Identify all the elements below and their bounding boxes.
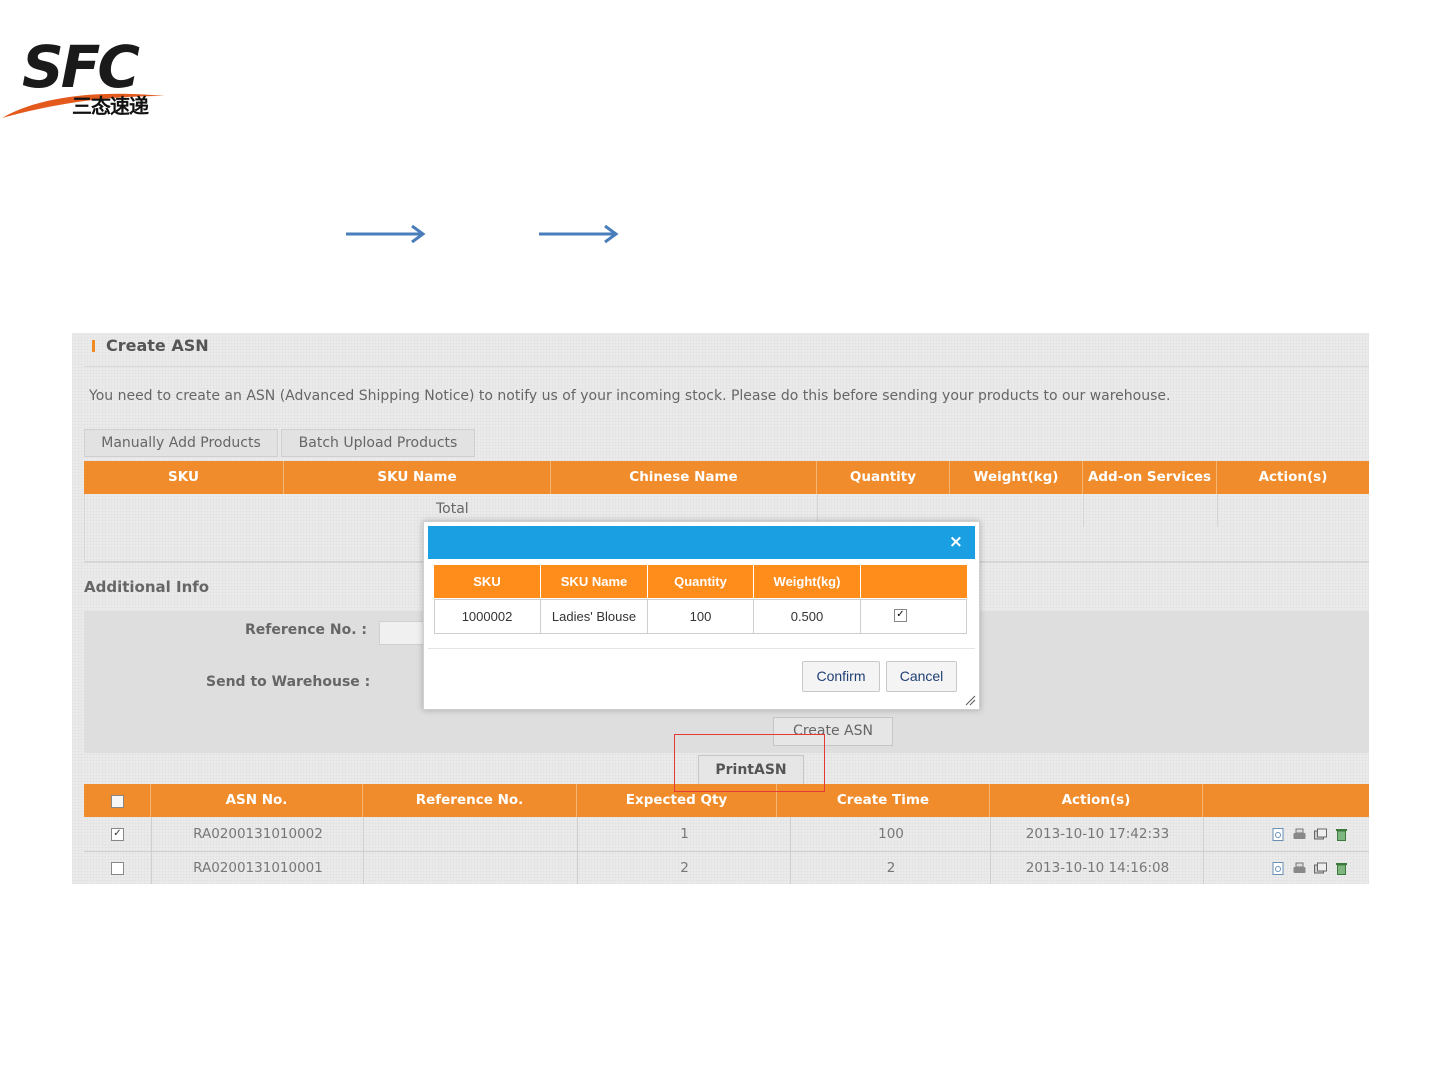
col-addon-services: Add-on Services (1083, 461, 1217, 494)
modal-col-quantity: Quantity (648, 565, 754, 598)
expected-qty-cell: 2 (577, 851, 791, 884)
row-checkbox[interactable]: ✓ (111, 828, 124, 841)
actions-cell (1203, 851, 1369, 884)
col-blank (1203, 784, 1369, 817)
logo-text: SFC (22, 33, 140, 101)
modal-select-cell: ✓ (861, 600, 967, 633)
create-time-cell: 2013-10-10 14:16:08 (990, 851, 1204, 884)
modal-col-sku-name: SKU Name (541, 565, 648, 598)
copy-icon[interactable] (1314, 828, 1327, 841)
col-asn-no: ASN No. (151, 784, 363, 817)
logo-chinese: 三态速递 (72, 94, 149, 118)
select-all-checkbox[interactable] (111, 795, 124, 808)
resize-grip-icon[interactable] (964, 694, 976, 706)
arrow-right-icon (346, 224, 426, 244)
modal-col-weight: Weight(kg) (754, 565, 861, 598)
print-icon[interactable] (1293, 828, 1306, 841)
modal-sku-name-cell: Ladies' Blouse (541, 600, 648, 633)
confirm-modal: × SKU SKU Name Quantity Weight(kg) 10000… (423, 521, 980, 710)
col-chinese-name: Chinese Name (551, 461, 817, 494)
col-weight: Weight(kg) (950, 461, 1083, 494)
total-label: Total (436, 501, 469, 517)
modal-col-sku: SKU (434, 565, 541, 598)
reference-cell (363, 851, 578, 884)
actions-cell (1203, 817, 1369, 851)
modal-titlebar: × (428, 526, 975, 559)
row-checkbox[interactable] (111, 862, 124, 875)
print-icon[interactable] (1293, 862, 1306, 875)
additional-info-title: Additional Info (84, 578, 210, 596)
view-icon[interactable] (1272, 828, 1285, 841)
modal-quantity-cell: 100 (648, 600, 754, 633)
table-border (1083, 494, 1084, 527)
table-row: ✓ RA0200131010002 1 100 2013-10-10 17:42… (84, 817, 1369, 852)
reference-cell (363, 817, 578, 851)
asn-no-cell: RA0200131010002 (151, 817, 364, 851)
delete-icon[interactable] (1335, 862, 1348, 875)
copy-icon[interactable] (1314, 862, 1327, 875)
col-asn-actions: Action(s) (990, 784, 1203, 817)
modal-weight-cell: 0.500 (754, 600, 861, 633)
modal-row-checkbox[interactable]: ✓ (894, 609, 907, 622)
section-title: Create ASN (106, 336, 209, 355)
col-select-all (84, 784, 151, 817)
col-quantity: Quantity (817, 461, 950, 494)
table-border (84, 494, 85, 560)
send-to-warehouse-label: Send to Warehouse : (206, 674, 371, 690)
reference-no-label: Reference No. : (245, 622, 368, 638)
create-time-cell: 2013-10-10 17:42:33 (990, 817, 1204, 851)
confirm-button[interactable]: Confirm (802, 661, 880, 692)
view-icon[interactable] (1272, 862, 1285, 875)
asn-notice: You need to create an ASN (Advanced Ship… (89, 388, 1171, 404)
col-actions: Action(s) (1217, 461, 1369, 494)
modal-col-select (861, 565, 967, 598)
qty-cell: 100 (790, 817, 991, 851)
col-sku: SKU (84, 461, 284, 494)
product-table-header: SKU SKU Name Chinese Name Quantity Weigh… (84, 461, 1369, 494)
modal-sku-cell: 1000002 (434, 600, 541, 633)
tab-batch-upload-products[interactable]: Batch Upload Products (281, 429, 475, 457)
table-row: RA0200131010001 2 2 2013-10-10 14:16:08 (84, 851, 1369, 884)
divider (428, 648, 975, 649)
tab-manually-add-products[interactable]: Manually Add Products (84, 429, 278, 457)
section-accent-bar (92, 340, 95, 352)
divider (84, 366, 1369, 367)
close-icon[interactable]: × (949, 530, 963, 555)
asn-no-cell: RA0200131010001 (151, 851, 364, 884)
qty-cell: 2 (790, 851, 991, 884)
col-sku-name: SKU Name (284, 461, 551, 494)
delete-icon[interactable] (1335, 828, 1348, 841)
expected-qty-cell: 1 (577, 817, 791, 851)
table-border (1217, 494, 1218, 527)
arrow-right-icon (539, 224, 619, 244)
cancel-button[interactable]: Cancel (886, 661, 957, 692)
col-reference-no: Reference No. (363, 784, 577, 817)
highlight-box (674, 734, 825, 792)
